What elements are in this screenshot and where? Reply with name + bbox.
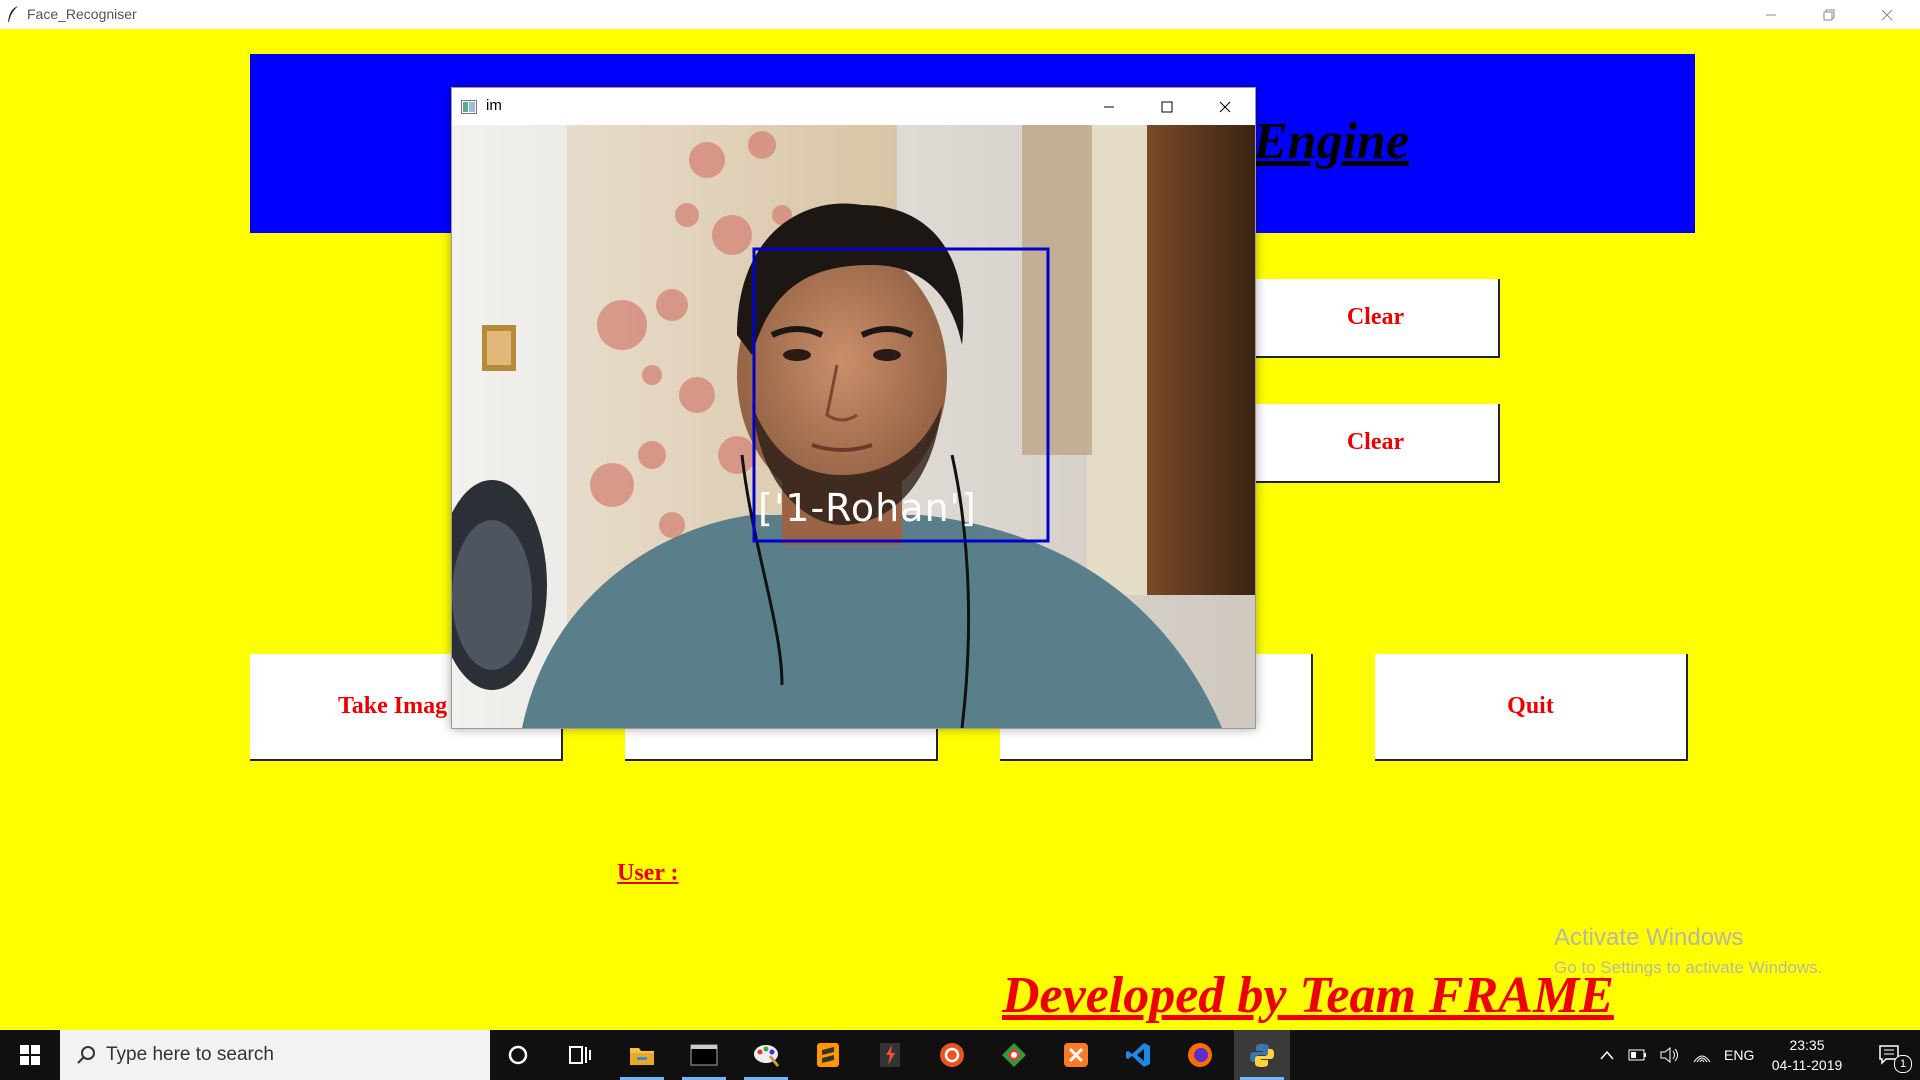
developer-credit: Developed by Team FRAME <box>1002 967 1614 1024</box>
sourcetree-app[interactable] <box>986 1030 1042 1080</box>
git-bash-app[interactable] <box>862 1030 918 1080</box>
minimize-icon <box>1766 14 1776 15</box>
app-titlebar: Face_Recogniser <box>0 0 1920 29</box>
tk-feather-icon <box>8 6 18 22</box>
camera-maximize-button[interactable] <box>1138 88 1196 125</box>
sublime-text-icon <box>817 1043 839 1067</box>
restore-icon <box>1823 9 1835 20</box>
ubuntu-icon <box>940 1043 964 1067</box>
search-icon <box>77 1046 95 1064</box>
opencv-window-icon <box>461 100 477 114</box>
minimize-button[interactable] <box>1742 0 1800 29</box>
terminal-icon <box>690 1044 718 1066</box>
user-label: User : <box>617 860 679 886</box>
clock-date: 04-11-2019 <box>1771 1057 1843 1073</box>
start-button[interactable] <box>0 1030 60 1080</box>
minimize-icon <box>1104 106 1114 107</box>
taskbar-search-box[interactable]: Type here to search <box>60 1030 490 1080</box>
vscode-app[interactable] <box>1110 1030 1166 1080</box>
camera-titlebar[interactable]: im <box>452 88 1255 125</box>
language-indicator[interactable]: ENG <box>1724 1047 1754 1063</box>
cortana-icon <box>508 1045 528 1065</box>
camera-minimize-button[interactable] <box>1080 88 1138 125</box>
taskbar-clock[interactable]: 23:35 04-11-2019 <box>1762 1035 1852 1075</box>
ubuntu-app[interactable] <box>924 1030 980 1080</box>
vscode-icon <box>1126 1043 1150 1067</box>
app-title: Face_Recogniser <box>27 6 137 22</box>
firefox-icon <box>1188 1043 1212 1067</box>
restore-button[interactable] <box>1800 0 1858 29</box>
sublime-text-app[interactable] <box>800 1030 856 1080</box>
git-icon <box>880 1043 900 1067</box>
task-view-button[interactable] <box>552 1030 608 1080</box>
webcam-feed: ['1-Rohan'] <box>452 125 1255 728</box>
face-detection-label: ['1-Rohan'] <box>758 486 977 530</box>
close-icon <box>1881 9 1893 20</box>
cortana-button[interactable] <box>490 1030 546 1080</box>
camera-close-button[interactable] <box>1196 88 1254 125</box>
chevron-up-icon[interactable] <box>1600 1050 1614 1060</box>
system-tray: ENG <box>1600 1030 1754 1080</box>
banner-title: Engine <box>1253 113 1410 170</box>
file-explorer-app[interactable] <box>614 1030 670 1080</box>
close-icon <box>1219 101 1231 112</box>
search-placeholder: Type here to search <box>106 1044 274 1065</box>
clear-name-button[interactable]: Clear <box>1253 404 1500 483</box>
clear-id-button[interactable]: Clear <box>1253 279 1500 358</box>
folder-icon <box>630 1048 654 1065</box>
terminal-app[interactable] <box>676 1030 732 1080</box>
sourcetree-icon <box>1002 1043 1026 1067</box>
python-app[interactable] <box>1234 1030 1290 1080</box>
watermark-title: Activate Windows <box>1554 924 1744 951</box>
close-button[interactable] <box>1858 0 1916 29</box>
xampp-app[interactable] <box>1048 1030 1104 1080</box>
watermark-subtitle: Go to Settings to activate Windows. <box>1554 958 1823 977</box>
paint-app[interactable] <box>738 1030 794 1080</box>
volume-icon[interactable] <box>1660 1047 1680 1063</box>
quit-button[interactable]: Quit <box>1375 654 1688 761</box>
firefox-app[interactable] <box>1172 1030 1228 1080</box>
maximize-icon <box>1161 101 1173 112</box>
python-icon <box>1250 1044 1274 1067</box>
battery-icon[interactable] <box>1628 1049 1648 1061</box>
windows-logo-icon <box>20 1045 40 1065</box>
webcam-frame <box>452 125 1255 728</box>
camera-window-title: im <box>486 97 502 114</box>
windows-taskbar: Type here to search ENG 23:35 04-11-2019… <box>0 1030 1920 1080</box>
notification-center-button[interactable]: 1 <box>1862 1030 1918 1080</box>
paint-palette-icon <box>754 1045 780 1067</box>
activate-windows-watermark: Activate Windows Go to Settings to activ… <box>1554 924 1822 978</box>
task-view-icon <box>569 1046 591 1064</box>
wifi-icon[interactable] <box>1692 1047 1712 1063</box>
notification-badge: 1 <box>1894 1055 1912 1073</box>
xampp-icon <box>1064 1043 1088 1067</box>
clock-time: 23:35 <box>1789 1037 1825 1053</box>
camera-window[interactable]: im ['1-Rohan'] <box>451 87 1256 729</box>
